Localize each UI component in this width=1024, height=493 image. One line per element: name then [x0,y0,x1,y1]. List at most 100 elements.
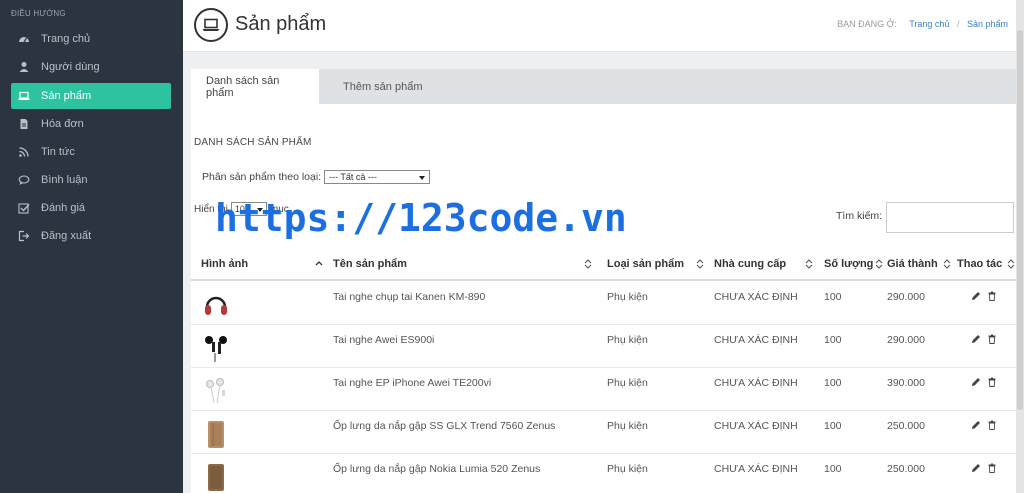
breadcrumb-home-link[interactable]: Trang chủ [909,19,949,29]
sort-icon[interactable] [584,258,592,270]
edit-pencil-icon[interactable] [971,291,981,304]
sidebar-item-label: Người dùng [41,61,100,73]
product-price: 290.000 [887,291,925,303]
sidebar: ĐIỀU HƯỚNG Trang chủ Người dùng Sản phẩm… [0,0,183,493]
trash-icon[interactable] [987,420,997,433]
dashboard-icon [18,33,30,45]
main-content: Sản phẩm BẠN ĐANG Ở: Trang chủ / Sản phẩ… [183,0,1024,493]
filter-label: Phân sản phẩm theo loại: [202,171,322,183]
sidebar-item-users[interactable]: Người dùng [11,54,171,80]
table-row: Tai nghe EP iPhone Awei TE200vi Phụ kiện… [191,368,1019,411]
product-thumbnail-case-tan [201,419,231,449]
product-thumbnail-earbuds-black [201,333,231,363]
user-icon [18,61,30,73]
caret-down-icon [419,172,426,182]
table-row: Ốp lưng da nắp gập SS GLX Trend 7560 Zen… [191,411,1019,454]
table-header: Hình ảnh Tên sản phẩm Loại sản phẩm Nhà … [191,247,1019,281]
product-name: Tai nghe Awei ES900i [333,334,435,346]
sort-icon[interactable] [696,258,704,270]
sidebar-item-label: Đánh giá [41,202,86,214]
sort-icon[interactable] [1007,258,1015,270]
edit-pencil-icon[interactable] [971,377,981,390]
product-price: 250.000 [887,463,925,475]
breadcrumb-current-link[interactable]: Sản phẩm [967,19,1008,29]
vertical-scrollbar[interactable] [1016,0,1024,493]
column-header-supplier[interactable]: Nhà cung cấp [714,247,799,281]
sort-icon[interactable] [805,258,813,270]
table-row: Tai nghe chụp tai Kanen KM-890 Phụ kiện … [191,282,1019,325]
file-icon [18,118,30,130]
category-select[interactable]: --- Tất cả --- [324,170,431,184]
sidebar-item-products[interactable]: Sản phẩm [11,83,171,109]
product-thumbnail-earbuds-white [201,376,231,406]
tab-bar: Danh sách sản phẩm Thêm sản phẩm [191,69,1019,104]
product-category: Phụ kiện [607,420,648,432]
sidebar-item-invoices[interactable]: Hóa đơn [11,111,171,137]
product-name: Tai nghe EP iPhone Awei TE200vi [333,377,492,389]
scrollbar-thumb[interactable] [1017,30,1023,410]
trash-icon[interactable] [987,334,997,347]
product-thumbnail-case-brown [201,462,231,492]
tab-product-list[interactable]: Danh sách sản phẩm [191,69,319,104]
row-actions [971,291,997,304]
column-header-price[interactable]: Giá thành [887,247,942,281]
product-price: 390.000 [887,377,925,389]
category-select-value: --- Tất cả --- [329,172,377,182]
sidebar-item-logout[interactable]: Đăng xuất [11,223,171,249]
product-name: Ốp lưng da nắp gập Nokia Lumia 520 Zenus [333,463,541,475]
comment-icon [18,174,30,186]
column-header-image[interactable]: Hình ảnh [201,247,301,281]
search-label: Tìm kiếm: [836,210,883,222]
sidebar-item-news[interactable]: Tin tức [11,139,171,165]
product-category: Phụ kiện [607,377,648,389]
product-quantity: 100 [824,377,842,389]
table-row: Tai nghe Awei ES900i Phụ kiện CHƯA XÁC Đ… [191,325,1019,368]
sidebar-item-reviews[interactable]: Đánh giá [11,195,171,221]
edit-pencil-icon[interactable] [971,463,981,476]
breadcrumb-label: BẠN ĐANG Ở: [837,19,897,29]
breadcrumb: BẠN ĐANG Ở: Trang chủ / Sản phẩm [837,19,1008,29]
edit-pencil-icon[interactable] [971,420,981,433]
trash-icon[interactable] [987,463,997,476]
column-header-category[interactable]: Loại sản phẩm [607,247,697,281]
product-price: 290.000 [887,334,925,346]
product-price: 250.000 [887,420,925,432]
watermark-text: https://123code.vn [215,196,627,240]
product-supplier: CHƯA XÁC ĐỊNH [714,334,798,346]
sidebar-item-comments[interactable]: Bình luận [11,167,171,193]
check-square-icon [18,202,30,214]
breadcrumb-separator: / [956,19,960,29]
product-quantity: 100 [824,334,842,346]
column-header-quantity[interactable]: Số lượng [824,247,874,281]
product-supplier: CHƯA XÁC ĐỊNH [714,463,798,475]
laptop-icon [194,8,228,42]
sort-icon[interactable] [943,258,951,270]
product-quantity: 100 [824,420,842,432]
search-input[interactable] [886,202,1014,233]
row-actions [971,377,997,390]
sidebar-item-home[interactable]: Trang chủ [11,26,171,52]
product-quantity: 100 [824,291,842,303]
sort-icon[interactable] [875,258,883,270]
product-supplier: CHƯA XÁC ĐỊNH [714,377,798,389]
row-actions [971,463,997,476]
trash-icon[interactable] [987,291,997,304]
product-thumbnail-headphones [201,290,231,320]
product-panel: Danh sách sản phẩm Thêm sản phẩm DANH SÁ… [191,69,1019,493]
trash-icon[interactable] [987,377,997,390]
sidebar-heading: ĐIỀU HƯỚNG [11,9,66,18]
sign-out-icon [18,230,30,242]
sidebar-item-label: Bình luận [41,174,88,186]
tab-add-product[interactable]: Thêm sản phẩm [328,69,437,104]
sort-asc-icon[interactable] [315,258,323,270]
sidebar-item-label: Đăng xuất [41,230,92,242]
row-actions [971,334,997,347]
page-header: Sản phẩm BẠN ĐANG Ở: Trang chủ / Sản phẩ… [183,0,1016,52]
rss-icon [18,146,30,158]
product-name: Ốp lưng da nắp gập SS GLX Trend 7560 Zen… [333,420,556,432]
edit-pencil-icon[interactable] [971,334,981,347]
column-header-name[interactable]: Tên sản phẩm [333,247,573,281]
sidebar-item-label: Sản phẩm [41,90,92,102]
column-header-actions[interactable]: Thao tác [957,247,1007,281]
product-supplier: CHƯA XÁC ĐỊNH [714,291,798,303]
